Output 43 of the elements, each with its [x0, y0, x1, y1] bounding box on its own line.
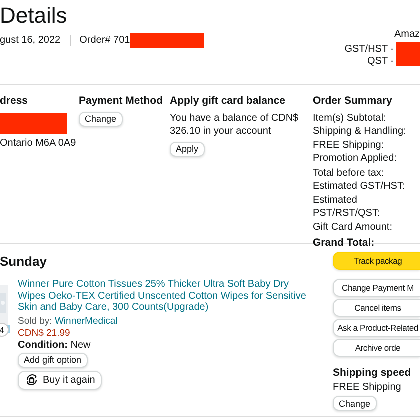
- summary-label: Promotion Applied:: [313, 152, 398, 166]
- address-line: Ontario M6A 0A9: [0, 136, 76, 150]
- redaction-bar: [0, 112, 67, 134]
- section-heading: Apply gift card balance: [170, 95, 286, 108]
- tax-id-label: GST/HST -: [344, 44, 394, 56]
- section-heading: Payment Method: [79, 95, 164, 108]
- action-button[interactable]: Archive orde: [333, 339, 420, 357]
- summary-label: Estimated GST/HST:: [313, 180, 406, 194]
- reorder-icon: [25, 373, 39, 387]
- summary-label: FREE Shipping:: [313, 138, 386, 152]
- grand-total-label: Grand Total:: [313, 237, 375, 250]
- product-price: CDN$ 21.99: [18, 328, 70, 338]
- order-date: gust 16, 2022: [0, 34, 61, 46]
- summary-label: Gift Card Amount:: [313, 220, 394, 234]
- summary-label: Total before tax:: [313, 166, 386, 180]
- order-number: Order# 701: [80, 34, 130, 46]
- shipping-speed-value: FREE Shipping: [333, 382, 402, 393]
- apply-button[interactable]: Apply: [170, 142, 205, 156]
- sold-by-text: Sold by: WinnerMedical: [18, 316, 118, 326]
- change-button[interactable]: Change: [333, 396, 377, 411]
- gift-card-text: You have a balance of CDN$ 326.10 in your account: [170, 112, 300, 138]
- section-heading: Order Summary: [313, 95, 392, 108]
- track-package-button[interactable]: Track packag: [333, 252, 420, 270]
- change-button[interactable]: Change: [79, 112, 123, 126]
- page-title: Details: [0, 3, 68, 29]
- redaction-bar: [396, 42, 420, 66]
- buy-again-button[interactable]: Buy it again: [18, 370, 102, 390]
- seller-name: Amaz: [394, 29, 420, 40]
- quantity-badge: 4: [0, 323, 9, 337]
- seller-link[interactable]: WinnerMedical: [54, 316, 118, 326]
- summary-label: Shipping & Handling:: [313, 125, 408, 138]
- delivery-day: Sunday: [0, 254, 327, 269]
- summary-label: Estimated PST/RST/QST:: [313, 194, 382, 220]
- action-button[interactable]: Cancel items: [333, 299, 420, 317]
- summary-label: Item(s) Subtotal:: [313, 112, 388, 125]
- shipping-speed-heading: Shipping speed: [333, 367, 412, 379]
- section-heading: dress: [0, 95, 28, 108]
- action-button[interactable]: Ask a Product-Related: [333, 319, 420, 337]
- tax-id-label: QST -: [368, 56, 394, 68]
- condition-text: Condition: New: [18, 340, 91, 350]
- add-gift-option-button[interactable]: Add gift option: [18, 352, 88, 368]
- action-button[interactable]: Change Payment M: [333, 279, 420, 297]
- product-link[interactable]: Winner Pure Cotton Tissues 25% Thicker Ultra Soft Baby Dry Wipes Oeko-TEX Certified Unscented Cotton Wipes for Sensitive Skin and Baby Care, 300 Counts(Upgrade): [18, 279, 308, 314]
